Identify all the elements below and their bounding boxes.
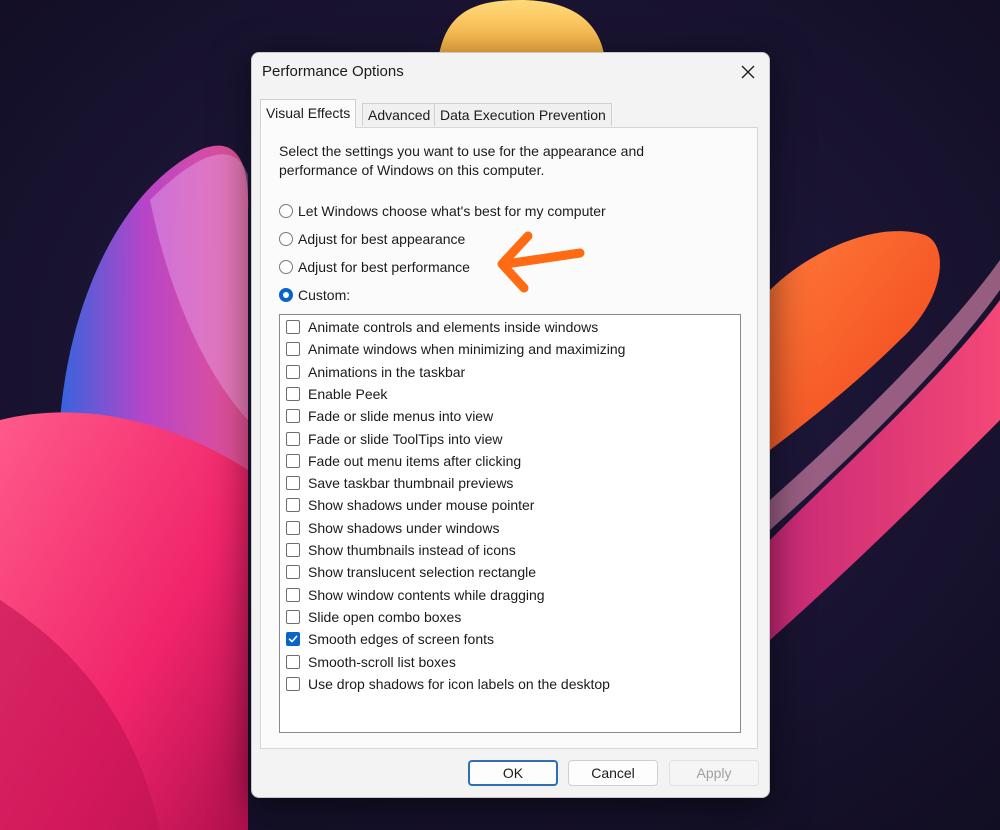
checkbox[interactable] <box>286 364 300 379</box>
radio-label: Custom: <box>298 287 351 303</box>
checkbox[interactable] <box>286 476 300 491</box>
effect-list-item[interactable]: Save taskbar thumbnail previews <box>286 473 513 493</box>
cancel-button[interactable]: Cancel <box>568 760 658 786</box>
apply-button[interactable]: Apply <box>669 760 759 786</box>
ok-button[interactable]: OK <box>468 760 558 786</box>
close-button[interactable] <box>733 59 763 85</box>
effect-list-item[interactable]: Enable Peek <box>286 384 387 404</box>
effect-list-item[interactable]: Show shadows under mouse pointer <box>286 495 534 515</box>
checkbox-checked[interactable] <box>286 632 300 647</box>
effect-label: Show translucent selection rectangle <box>308 564 537 581</box>
arrow-left-icon <box>497 231 585 293</box>
dialog-title: Performance Options <box>262 63 404 80</box>
checkbox[interactable] <box>286 409 300 424</box>
effect-list-item[interactable]: Use drop shadows for icon labels on the … <box>286 674 610 694</box>
effect-list-item[interactable]: Show thumbnails instead of icons <box>286 540 516 560</box>
radio-button-selected[interactable] <box>279 288 293 302</box>
effect-list-item[interactable]: Animations in the taskbar <box>286 362 465 382</box>
radio-best-appearance[interactable]: Adjust for best appearance <box>279 229 465 249</box>
radio-let-windows-choose[interactable]: Let Windows choose what's best for my co… <box>279 201 606 221</box>
effect-list-item[interactable]: Smooth edges of screen fonts <box>286 629 494 649</box>
checkbox[interactable] <box>286 565 300 580</box>
radio-button[interactable] <box>279 260 293 274</box>
checkbox[interactable] <box>286 543 300 557</box>
visual-effects-list[interactable]: Animate controls and elements inside win… <box>279 314 741 733</box>
radio-label: Let Windows choose what's best for my co… <box>298 203 606 219</box>
checkbox[interactable] <box>286 676 300 691</box>
radio-best-performance[interactable]: Adjust for best performance <box>279 257 470 277</box>
performance-options-dialog: Performance Options Visual Effects Advan… <box>251 52 770 798</box>
visual-effects-panel: Select the settings you want to use for … <box>260 127 758 749</box>
effect-label: Show window contents while dragging <box>308 586 545 603</box>
effect-list-item[interactable]: Animate windows when minimizing and maxi… <box>286 339 625 359</box>
radio-button[interactable] <box>279 204 293 218</box>
radio-label: Adjust for best performance <box>298 259 470 275</box>
effect-list-item[interactable]: Animate controls and elements inside win… <box>286 317 598 337</box>
effect-label: Show thumbnails instead of icons <box>308 542 516 558</box>
checkbox[interactable] <box>286 320 300 334</box>
checkbox[interactable] <box>286 386 300 401</box>
effect-list-item[interactable]: Slide open combo boxes <box>286 607 461 627</box>
effect-label: Smooth-scroll list boxes <box>308 653 456 670</box>
tab-data-execution-prevention[interactable]: Data Execution Prevention <box>434 103 612 126</box>
effect-label: Fade or slide menus into view <box>308 408 494 425</box>
panel-description: Select the settings you want to use for … <box>279 143 645 178</box>
checkbox[interactable] <box>286 587 300 602</box>
checkbox[interactable] <box>286 654 300 669</box>
effect-list-item[interactable]: Smooth-scroll list boxes <box>286 652 456 672</box>
tab-visual-effects[interactable]: Visual Effects <box>260 99 357 128</box>
effect-list-item[interactable]: Fade or slide ToolTips into view <box>286 429 503 449</box>
effect-list-item[interactable]: Fade out menu items after clicking <box>286 451 521 471</box>
effect-list-item[interactable]: Show window contents while dragging <box>286 585 545 605</box>
radio-button[interactable] <box>279 232 293 246</box>
effect-label: Show shadows under windows <box>308 519 500 536</box>
effect-label: Use drop shadows for icon labels on the … <box>308 675 610 692</box>
radio-custom[interactable]: Custom: <box>279 285 350 305</box>
checkmark-icon <box>288 635 298 643</box>
checkbox[interactable] <box>286 342 300 357</box>
checkbox[interactable] <box>286 453 300 468</box>
effect-list-item[interactable]: Fade or slide menus into view <box>286 406 493 426</box>
effect-label: Show shadows under mouse pointer <box>308 497 535 514</box>
effect-label: Save taskbar thumbnail previews <box>308 475 514 492</box>
effect-list-item[interactable]: Show translucent selection rectangle <box>286 562 536 582</box>
checkbox[interactable] <box>286 498 300 513</box>
effect-list-item[interactable]: Show shadows under windows <box>286 518 499 538</box>
checkbox[interactable] <box>286 431 300 446</box>
effect-label: Enable Peek <box>308 385 388 402</box>
checkbox[interactable] <box>286 520 300 535</box>
effect-label: Fade or slide ToolTips into view <box>308 430 503 447</box>
radio-label: Adjust for best appearance <box>298 231 466 247</box>
tab-advanced[interactable]: Advanced <box>362 103 437 126</box>
checkbox[interactable] <box>286 609 300 624</box>
effect-label: Slide open combo boxes <box>308 608 462 625</box>
effect-label: Smooth edges of screen fonts <box>308 631 494 648</box>
effect-label: Animate windows when minimizing and maxi… <box>308 341 626 358</box>
effect-label: Animate controls and elements inside win… <box>308 319 599 335</box>
effect-label: Fade out menu items after clicking <box>308 452 522 469</box>
close-icon <box>741 65 755 79</box>
effect-label: Animations in the taskbar <box>308 363 466 380</box>
